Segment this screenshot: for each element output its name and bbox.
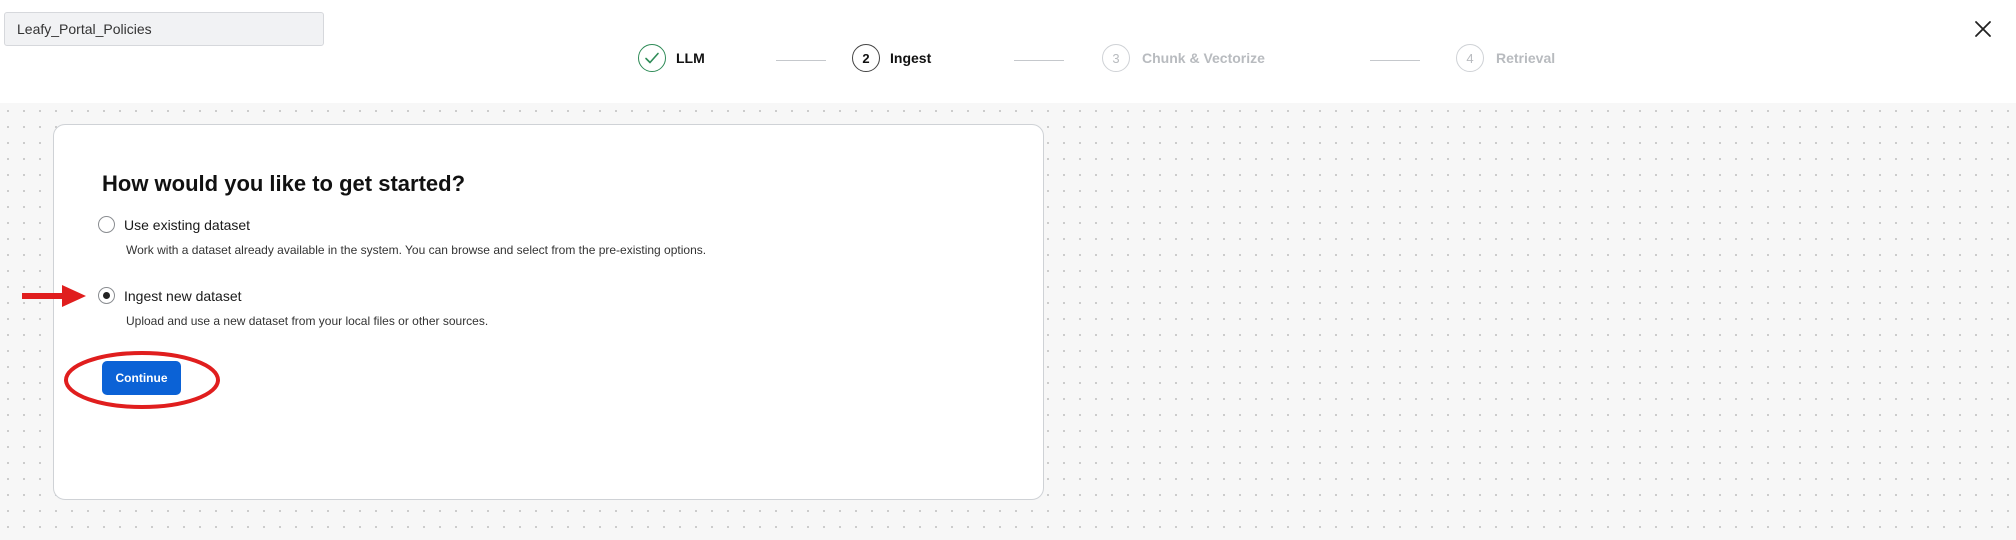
step-label-ingest: Ingest <box>890 50 932 66</box>
step-connector <box>1370 60 1420 61</box>
option-description: Work with a dataset already available in… <box>126 243 707 257</box>
card-title: How would you like to get started? <box>102 171 466 196</box>
step-ingest[interactable]: 2 Ingest <box>852 44 931 72</box>
step-label-retrieval: Retrieval <box>1496 50 1556 66</box>
option-ingest-new: Ingest new dataset Upload and use a new … <box>98 287 488 328</box>
option-description: Upload and use a new dataset from your l… <box>126 314 489 328</box>
option-label: Ingest new dataset <box>124 287 242 304</box>
radio-use-existing[interactable] <box>98 216 115 233</box>
option-label: Use existing dataset <box>124 216 251 233</box>
step-connector <box>776 60 826 61</box>
check-icon <box>638 44 666 72</box>
wizard-header: LLM 2 Ingest 3 Chunk & Vectorize 4 Retri… <box>0 0 2016 103</box>
get-started-card: How would you like to get started? Use e… <box>53 124 1044 500</box>
option-row-use-existing[interactable]: Use existing dataset <box>98 216 706 233</box>
ingest-wizard-page: LLM 2 Ingest 3 Chunk & Vectorize 4 Retri… <box>0 0 2016 540</box>
close-icon <box>1975 21 1991 37</box>
option-use-existing: Use existing dataset Work with a dataset… <box>98 216 706 257</box>
step-retrieval[interactable]: 4 Retrieval <box>1456 44 1555 72</box>
step-connector <box>1014 60 1064 61</box>
step-chunk-vectorize[interactable]: 3 Chunk & Vectorize <box>1102 44 1265 72</box>
annotation-circle-icon <box>64 351 220 409</box>
step-number-ingest: 2 <box>852 44 880 72</box>
close-button[interactable] <box>1968 14 1998 44</box>
step-number-retrieval: 4 <box>1456 44 1484 72</box>
step-label-llm: LLM <box>676 50 705 66</box>
annotation-arrow-icon <box>22 285 86 307</box>
option-row-ingest-new[interactable]: Ingest new dataset <box>98 287 488 304</box>
step-llm[interactable]: LLM <box>638 44 705 72</box>
radio-selected-dot <box>103 292 110 299</box>
project-name-input[interactable] <box>4 12 324 46</box>
step-number-chunk: 3 <box>1102 44 1130 72</box>
step-label-chunk: Chunk & Vectorize <box>1142 50 1265 66</box>
radio-ingest-new[interactable] <box>98 287 115 304</box>
